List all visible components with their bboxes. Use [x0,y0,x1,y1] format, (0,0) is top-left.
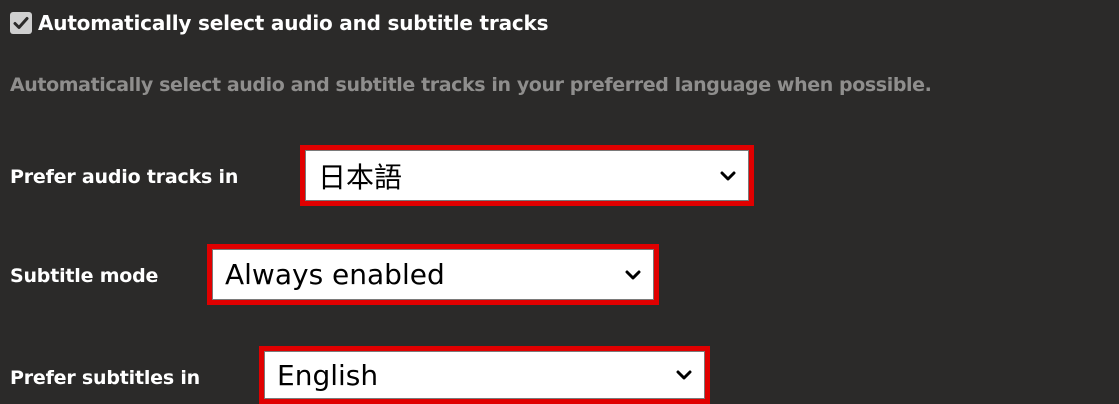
subtitle-language-label: Prefer subtitles in [10,367,200,389]
chevron-down-icon [676,370,692,380]
subtitle-mode-select[interactable]: Always enabled [207,244,659,305]
subtitle-mode-value: Always enabled [225,258,445,291]
auto-select-description: Automatically select audio and subtitle … [10,74,932,96]
chevron-down-icon [720,171,736,180]
chevron-down-icon [625,270,641,279]
subtitle-language-select[interactable]: English [259,346,710,404]
subtitle-language-select-box[interactable]: English [264,351,705,399]
subtitle-mode-select-box[interactable]: Always enabled [212,249,654,300]
auto-select-checkbox[interactable] [10,12,32,34]
audio-language-select-box[interactable]: 日本語 [305,150,749,201]
audio-language-label: Prefer audio tracks in [10,166,239,188]
audio-language-value: 日本語 [318,160,403,194]
auto-select-label[interactable]: Automatically select audio and subtitle … [38,11,549,35]
subtitle-language-value: English [277,358,379,392]
checkmark-icon [13,17,29,29]
auto-select-row: Automatically select audio and subtitle … [10,8,549,38]
audio-language-select[interactable]: 日本語 [300,145,754,206]
subtitle-mode-label: Subtitle mode [10,265,159,287]
